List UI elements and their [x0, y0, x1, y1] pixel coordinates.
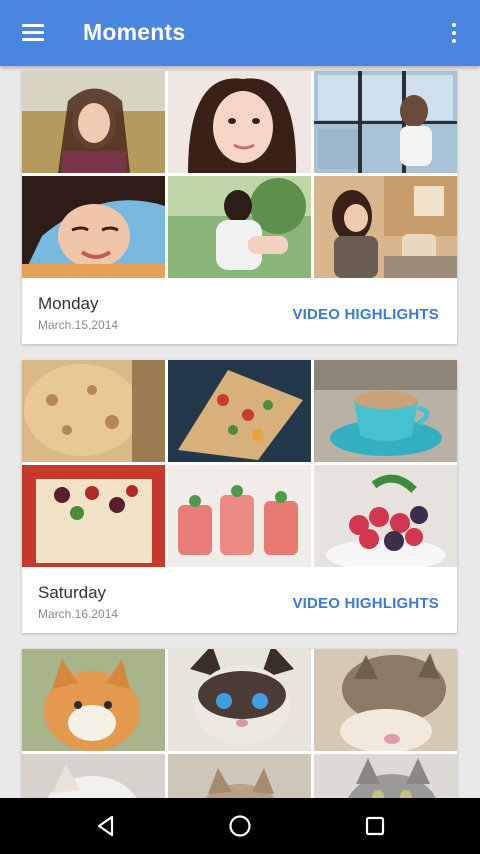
moment-date: March.15.2014	[38, 318, 119, 332]
moment-card: Monday March.15.2014 VIDEO HIGHLIGHTS	[22, 71, 457, 344]
home-circle-icon	[229, 815, 251, 837]
back-triangle-icon	[97, 815, 114, 837]
photo-thumbnail[interactable]	[168, 754, 311, 798]
back-button[interactable]	[76, 798, 136, 854]
more-options-icon[interactable]	[447, 22, 461, 44]
moments-feed[interactable]: Monday March.15.2014 VIDEO HIGHLIGHTS Sa…	[0, 66, 480, 798]
home-button[interactable]	[210, 798, 270, 854]
photo-thumbnail[interactable]	[22, 360, 165, 462]
page-title: Moments	[83, 19, 186, 45]
photo-thumbnail[interactable]	[314, 649, 457, 751]
photo-grid	[22, 649, 457, 798]
moment-footer: Monday March.15.2014 VIDEO HIGHLIGHTS	[22, 278, 457, 344]
photo-thumbnail[interactable]	[314, 360, 457, 462]
app-bar: Moments	[0, 0, 480, 66]
recents-button[interactable]	[345, 798, 405, 854]
photo-thumbnail[interactable]	[314, 465, 457, 567]
photo-thumbnail[interactable]	[168, 465, 311, 567]
photo-thumbnail[interactable]	[22, 649, 165, 751]
photo-thumbnail[interactable]	[22, 465, 165, 567]
photo-thumbnail[interactable]	[22, 176, 165, 278]
recents-square-icon	[365, 816, 385, 836]
photo-thumbnail[interactable]	[22, 71, 165, 173]
video-highlights-button[interactable]: VIDEO HIGHLIGHTS	[292, 595, 439, 612]
photo-thumbnail[interactable]	[22, 754, 165, 798]
photo-thumbnail[interactable]	[314, 176, 457, 278]
moment-day: Saturday	[38, 583, 107, 602]
video-highlights-button[interactable]: VIDEO HIGHLIGHTS	[292, 306, 439, 323]
moment-card	[22, 649, 457, 798]
photo-grid	[22, 360, 457, 567]
moment-card: Saturday March.16.2014 VIDEO HIGHLIGHTS	[22, 360, 457, 633]
photo-grid	[22, 71, 457, 278]
moment-footer: Saturday March.16.2014 VIDEO HIGHLIGHTS	[22, 567, 457, 633]
photo-thumbnail[interactable]	[314, 71, 457, 173]
photo-thumbnail[interactable]	[168, 649, 311, 751]
photo-thumbnail[interactable]	[168, 360, 311, 462]
moment-date: March.16.2014	[38, 607, 119, 621]
hamburger-menu-icon[interactable]	[22, 24, 44, 42]
moment-day: Monday	[38, 294, 99, 313]
photo-thumbnail[interactable]	[168, 176, 311, 278]
photo-thumbnail[interactable]	[168, 71, 311, 173]
photo-thumbnail[interactable]	[314, 754, 457, 798]
system-nav-bar	[0, 798, 480, 854]
